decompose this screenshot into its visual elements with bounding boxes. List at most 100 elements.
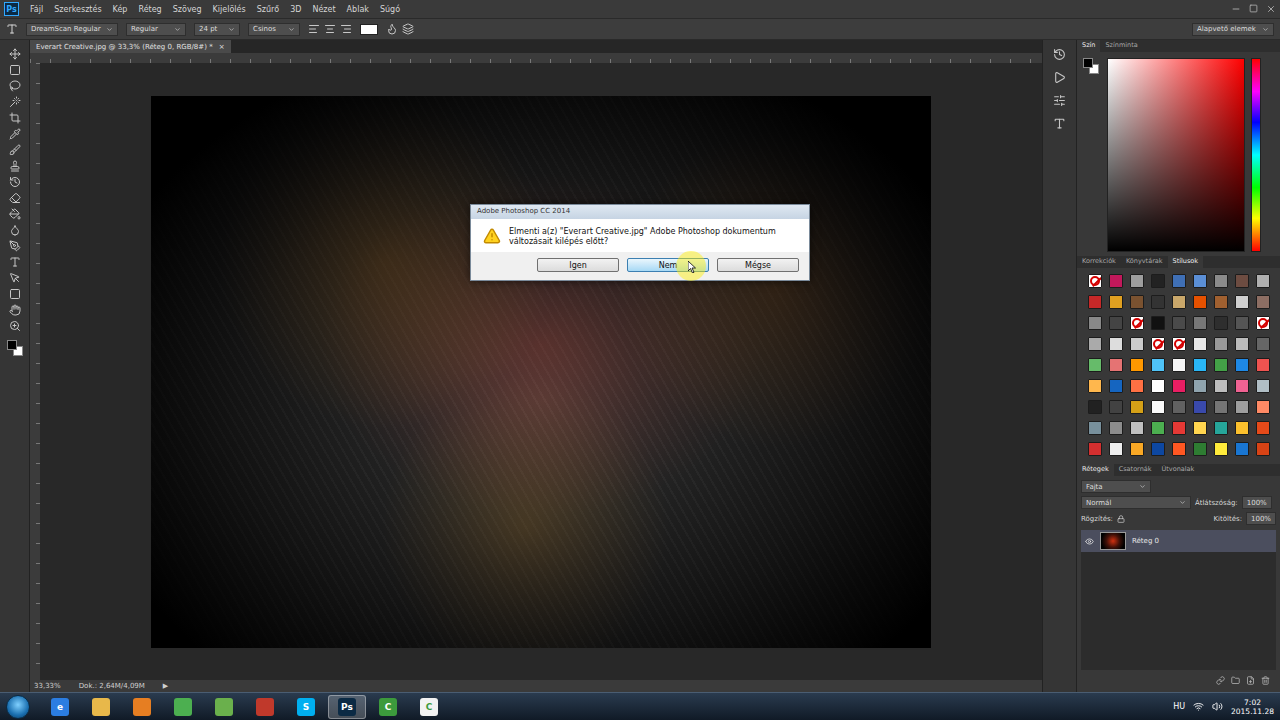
style-swatch[interactable] (1130, 358, 1144, 372)
style-swatch[interactable] (1193, 358, 1207, 372)
style-swatch[interactable] (1151, 295, 1165, 309)
style-swatch[interactable] (1193, 337, 1207, 351)
layer-filter[interactable]: Fajta (1081, 480, 1151, 493)
actions-icon[interactable] (1053, 71, 1066, 84)
warp-icon[interactable] (386, 23, 398, 35)
history-icon[interactable] (1053, 48, 1066, 61)
history-brush-icon[interactable] (9, 176, 21, 188)
anti-alias-field[interactable]: Csinos (248, 23, 300, 36)
taskbar-app[interactable] (205, 695, 243, 719)
workspace-field[interactable]: Alapvető elemek (1192, 23, 1274, 36)
style-swatch[interactable] (1172, 295, 1186, 309)
blur-icon[interactable] (9, 224, 21, 236)
menu-item[interactable]: Szöveg (173, 5, 202, 14)
style-swatch[interactable] (1088, 358, 1102, 372)
menu-item[interactable]: Kép (113, 5, 128, 14)
style-swatch[interactable] (1256, 295, 1270, 309)
taskbar-app[interactable] (246, 695, 284, 719)
opacity-field[interactable]: 100% (1242, 496, 1272, 509)
style-swatch[interactable] (1256, 274, 1270, 288)
stamp-icon[interactable] (9, 160, 21, 172)
style-swatch[interactable] (1130, 274, 1144, 288)
style-swatch[interactable] (1214, 295, 1228, 309)
marquee-icon[interactable] (9, 64, 21, 76)
menu-item[interactable]: Fájl (30, 5, 43, 14)
style-swatch[interactable] (1172, 379, 1186, 393)
align-left-icon[interactable] (308, 23, 320, 35)
blend-mode[interactable]: Normál (1081, 496, 1191, 509)
style-swatch[interactable] (1109, 358, 1123, 372)
move-icon[interactable] (9, 48, 21, 60)
style-swatch[interactable] (1235, 379, 1249, 393)
style-swatch[interactable] (1235, 400, 1249, 414)
style-swatch[interactable] (1214, 358, 1228, 372)
style-swatch[interactable] (1130, 316, 1144, 330)
style-swatch[interactable] (1172, 421, 1186, 435)
taskbar-app[interactable]: C (410, 695, 448, 719)
style-swatch[interactable] (1088, 295, 1102, 309)
style-swatch[interactable] (1256, 337, 1270, 351)
style-swatch[interactable] (1151, 442, 1165, 456)
style-swatch[interactable] (1214, 400, 1228, 414)
style-swatch[interactable] (1130, 379, 1144, 393)
panel-tab[interactable]: Korrekciók (1077, 256, 1121, 268)
style-swatch[interactable] (1151, 379, 1165, 393)
style-swatch[interactable] (1214, 442, 1228, 456)
dialog-button[interactable]: Igen (537, 258, 619, 272)
zoom-icon[interactable] (9, 320, 21, 332)
magic-wand-icon[interactable] (9, 96, 21, 108)
style-swatch[interactable] (1109, 274, 1123, 288)
style-swatch[interactable] (1109, 316, 1123, 330)
foreground-color[interactable] (7, 340, 17, 350)
style-swatch[interactable] (1172, 274, 1186, 288)
taskbar-app[interactable] (123, 695, 161, 719)
maximize-icon[interactable] (1249, 4, 1258, 13)
dialog-button[interactable]: Mégse (717, 258, 799, 272)
menu-item[interactable]: Szűrő (257, 5, 280, 14)
dialog-button[interactable]: Nem (627, 258, 709, 272)
style-swatch[interactable] (1235, 316, 1249, 330)
style-swatch[interactable] (1235, 274, 1249, 288)
style-swatch[interactable] (1193, 274, 1207, 288)
style-swatch[interactable] (1088, 316, 1102, 330)
minimize-icon[interactable] (1231, 4, 1241, 14)
font-style-field[interactable]: Regular (126, 23, 186, 36)
crop-icon[interactable] (9, 112, 21, 124)
style-swatch[interactable] (1235, 421, 1249, 435)
style-swatch[interactable] (1151, 358, 1165, 372)
style-swatch[interactable] (1109, 421, 1123, 435)
tab-close[interactable]: × (219, 43, 225, 51)
taskbar-app[interactable]: Ps (328, 695, 366, 719)
type-tool-icon[interactable] (6, 23, 18, 35)
style-swatch[interactable] (1109, 442, 1123, 456)
style-swatch[interactable] (1088, 379, 1102, 393)
style-swatch[interactable] (1193, 421, 1207, 435)
style-swatch[interactable] (1214, 379, 1228, 393)
taskbar-app[interactable]: C (369, 695, 407, 719)
style-swatch[interactable] (1088, 442, 1102, 456)
style-swatch[interactable] (1214, 274, 1228, 288)
style-swatch[interactable] (1151, 337, 1165, 351)
style-swatch[interactable] (1088, 421, 1102, 435)
close-icon[interactable] (1266, 4, 1276, 14)
hand-icon[interactable] (9, 304, 21, 316)
style-swatch[interactable] (1088, 400, 1102, 414)
brush-icon[interactable] (9, 144, 21, 156)
style-swatch[interactable] (1256, 442, 1270, 456)
taskbar-app[interactable] (164, 695, 202, 719)
style-swatch[interactable] (1088, 274, 1102, 288)
status-menu-arrow[interactable]: ▶ (163, 682, 168, 690)
fill-field[interactable]: 100% (1246, 512, 1276, 525)
color-field[interactable] (1107, 58, 1245, 252)
trash-icon[interactable] (1261, 676, 1270, 685)
font-size-field[interactable]: 24 pt (194, 23, 240, 36)
style-swatch[interactable] (1193, 379, 1207, 393)
link-icon[interactable] (1216, 676, 1225, 685)
style-swatch[interactable] (1235, 337, 1249, 351)
zoom-level[interactable]: 33,33% (34, 682, 61, 690)
bucket-icon[interactable] (9, 208, 21, 220)
text-color-chip[interactable] (360, 24, 378, 35)
style-swatch[interactable] (1214, 337, 1228, 351)
start-button[interactable] (6, 695, 30, 719)
style-swatch[interactable] (1172, 358, 1186, 372)
